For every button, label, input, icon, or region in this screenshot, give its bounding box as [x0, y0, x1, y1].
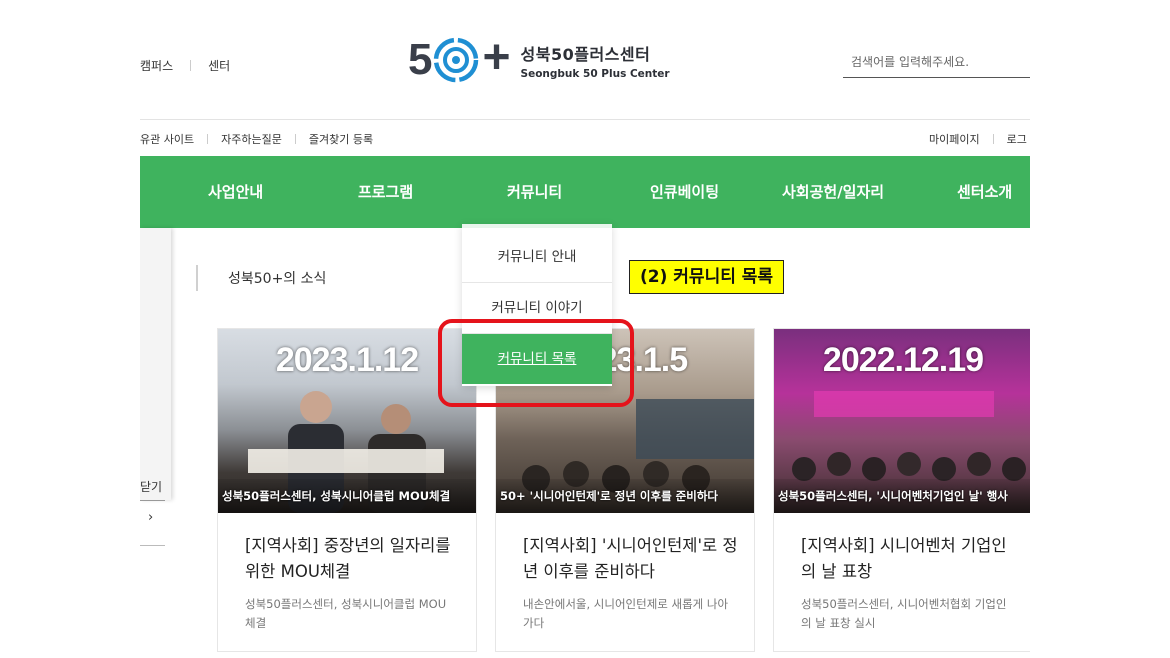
divider [140, 545, 165, 546]
news-caption: 성북50플러스센터, 성북시니어클럽 MOU체결 [218, 479, 476, 513]
search-box [843, 46, 1030, 78]
highlight-box [438, 319, 634, 407]
section-title: 성북50+의 소식 [228, 271, 327, 287]
annotation-label: (2) 커뮤니티 목록 [629, 260, 785, 294]
nav-incubating[interactable]: 인큐베이팅 [650, 156, 719, 228]
site-logo[interactable]: 5 + 성북50플러스센터 Seongbuk 50 Plus Center [408, 31, 670, 84]
divider [207, 134, 209, 144]
news-thumbnail: 2022.12.19 성북50플러스센터, '시니어벤처기업인 날' 행사 [774, 329, 1030, 513]
news-card[interactable]: 2022.12.19 성북50플러스센터, '시니어벤처기업인 날' 행사 [지… [773, 328, 1030, 652]
news-description: 성북50플러스센터, 성북시니어클럽 MOU체결 [245, 597, 447, 630]
news-caption: 성북50플러스센터, '시니어벤처기업인 날' 행사 [774, 479, 1030, 513]
divider [294, 134, 296, 144]
news-date-overlay: 2022.12.19 [822, 341, 984, 379]
header-divider [140, 119, 1030, 120]
divider [992, 134, 994, 144]
logo-mark: 5 + [408, 31, 511, 84]
user-links: 마이페이지 로그 [929, 131, 1027, 147]
news-title[interactable]: [지역사회] 시니어벤처 기업인의 날 표창 [801, 533, 1021, 585]
search-input[interactable] [843, 46, 1030, 77]
top-link-center[interactable]: 센터 [208, 57, 230, 74]
news-caption: 50+ '시니어인턴제'로 정년 이후를 준비하다 [496, 479, 754, 513]
util-link-login[interactable]: 로그 [1007, 131, 1027, 147]
top-links: 캠퍼스 센터 [140, 57, 230, 74]
news-description: 내손안에서울, 시니어인턴제로 새롭게 나아가다 [523, 597, 729, 630]
news-title[interactable]: [지역사회] '시니어인턴제'로 정년 이후를 준비하다 [523, 533, 743, 585]
news-title[interactable]: [지역사회] 중장년의 일자리를 위한 MOU체결 [245, 533, 465, 585]
nav-social-contribution[interactable]: 사회공헌/일자리 [782, 156, 884, 228]
top-link-campus[interactable]: 캠퍼스 [140, 57, 173, 74]
util-link-mypage[interactable]: 마이페이지 [929, 131, 980, 147]
chevron-right-icon[interactable]: › [148, 510, 153, 525]
nav-business[interactable]: 사업안내 [208, 156, 263, 228]
util-link-bookmark[interactable]: 즐겨찾기 등록 [309, 131, 373, 147]
divider [140, 500, 165, 501]
logo-title: 성북50플러스센터 [520, 44, 651, 64]
news-description: 성북50플러스센터, 시니어벤처협회 기업인의 날 표창 실시 [801, 597, 1007, 630]
target-icon [434, 37, 479, 83]
util-link-faq[interactable]: 자주하는질문 [221, 131, 282, 147]
side-panel [140, 228, 171, 500]
nav-program[interactable]: 프로그램 [358, 156, 413, 228]
divider [190, 60, 192, 71]
dropdown-item-community-guide[interactable]: 커뮤니티 안내 [462, 232, 612, 282]
util-link-related-sites[interactable]: 유관 사이트 [140, 131, 194, 147]
page-frame: 캠퍼스 센터 5 + 성북50플러스센터 Seongbuk 50 Plus Ce… [140, 0, 1030, 658]
nav-community[interactable]: 커뮤니티 [507, 156, 562, 228]
main-nav: 사업안내 프로그램 커뮤니티 인큐베이팅 사회공헌/일자리 센터소개 [140, 156, 1030, 228]
utility-links: 유관 사이트 자주하는질문 즐겨찾기 등록 [140, 131, 373, 147]
section-marker [196, 265, 198, 291]
nav-about[interactable]: 센터소개 [957, 156, 1012, 228]
side-close-button[interactable]: 닫기 [140, 478, 162, 495]
logo-subtitle: Seongbuk 50 Plus Center [520, 67, 670, 80]
